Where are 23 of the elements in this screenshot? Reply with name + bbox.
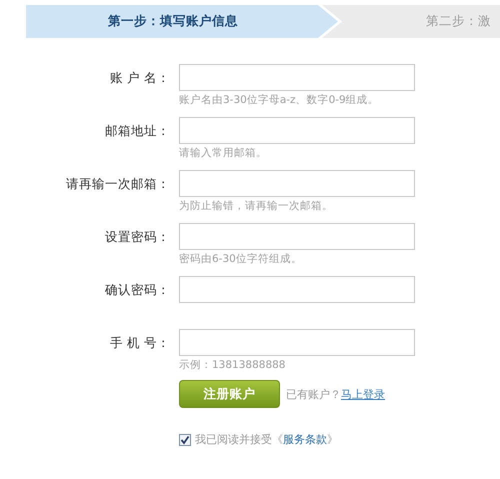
terms-link[interactable]: 服务条款	[283, 433, 327, 446]
field-hint: 示例：13813888888	[179, 358, 286, 372]
login-link[interactable]: 马上登录	[341, 388, 385, 400]
field-hint: 密码由6-30位字符组成。	[179, 252, 303, 266]
input-field[interactable]	[179, 117, 415, 144]
input-field[interactable]	[179, 64, 415, 91]
terms-text: 我已阅读并接受《服务条款》	[195, 432, 338, 447]
field-hint: 账户名由3-30位字母a-z、数字0-9组成。	[179, 93, 380, 107]
field-label: 请再输一次邮箱：	[66, 175, 171, 193]
input-field[interactable]	[179, 170, 415, 197]
field-hint: 为防止输错，请再输一次邮箱。	[179, 199, 334, 213]
register-button[interactable]: 注册账户	[179, 380, 280, 408]
field-label: 设置密码：	[105, 228, 171, 246]
field-label: 账 户 名：	[110, 69, 171, 87]
field-label: 邮箱地址：	[105, 122, 171, 140]
checkbox[interactable]	[179, 434, 191, 446]
field-hint: 请输入常用邮箱。	[179, 146, 268, 160]
input-field[interactable]	[179, 329, 415, 356]
input-field[interactable]	[179, 276, 415, 303]
login-prompt: 已有账户？马上登录	[286, 386, 385, 402]
input-field[interactable]	[179, 223, 415, 250]
field-label: 确认密码：	[105, 281, 171, 299]
field-label: 手 机 号：	[110, 334, 171, 352]
